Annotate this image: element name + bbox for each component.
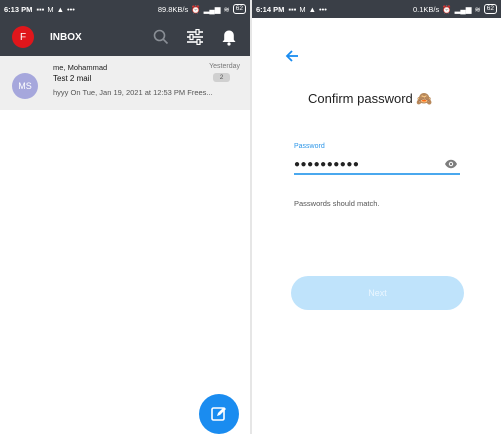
wifi-icon: ≋	[223, 4, 230, 14]
back-arrow-icon[interactable]	[284, 48, 300, 64]
wifi-icon: ≋	[474, 4, 481, 14]
battery-icon: 62	[483, 4, 497, 14]
network-speed: 0.1KB/s	[413, 4, 440, 14]
confirm-password-screen: 6:14 PM ▪▪▪ M ▲ ••• 0.1KB/s ⏰ ▂▄▆ ≋ 62 C…	[252, 0, 501, 434]
signal-icon: ▂▄▆	[454, 4, 472, 14]
filter-icon[interactable]	[186, 28, 204, 46]
password-field[interactable]: ●●●●●●●●●●	[294, 155, 460, 175]
thread-count-badge: 2	[213, 73, 230, 82]
app-bar: F INBOX	[0, 18, 250, 56]
status-time: 6:14 PM	[256, 4, 285, 14]
compose-button[interactable]	[199, 394, 239, 434]
gmail-icon: M	[47, 4, 54, 14]
status-bar: 6:13 PM ▪▪▪ M ▲ ••• 89.8KB/s ⏰ ▂▄▆ ≋ 62	[0, 0, 250, 18]
status-time: 6:13 PM	[4, 4, 33, 14]
notification-icons: ▪▪▪ M ▲ •••	[36, 5, 157, 14]
page-title: Confirm password 🙈	[308, 91, 433, 106]
next-button[interactable]: Next	[291, 276, 464, 310]
message-icon: ▪▪▪	[36, 4, 45, 14]
password-value: ●●●●●●●●●●	[294, 158, 360, 170]
password-label: Password	[294, 143, 325, 150]
signal-icon: ▂▄▆	[203, 4, 221, 14]
password-hint: Passwords should match.	[294, 199, 380, 208]
more-icon: •••	[319, 4, 327, 14]
more-icon: •••	[67, 4, 75, 14]
mail-sender: me, Mohammad	[53, 63, 108, 72]
sender-avatar: MS	[12, 73, 38, 99]
mail-subject: Test 2 mail	[53, 74, 92, 83]
eye-icon[interactable]	[444, 157, 458, 171]
mail-date: Yesterday	[209, 63, 240, 70]
drive-icon: ▲	[56, 4, 65, 14]
mail-snippet: hyyy On Tue, Jan 19, 2021 at 12:53 PM Fr…	[53, 88, 213, 97]
search-icon[interactable]	[152, 28, 170, 46]
status-bar: 6:14 PM ▪▪▪ M ▲ ••• 0.1KB/s ⏰ ▂▄▆ ≋ 62	[252, 0, 501, 18]
bell-icon[interactable]	[220, 28, 238, 46]
message-icon: ▪▪▪	[288, 4, 297, 14]
compose-icon	[211, 407, 226, 421]
alarm-icon: ⏰	[191, 4, 201, 14]
gmail-icon: M	[299, 4, 306, 14]
drive-icon: ▲	[308, 4, 317, 14]
mail-list-item[interactable]: MS me, Mohammad Yesterday Test 2 mail 2 …	[0, 56, 250, 110]
battery-icon: 62	[232, 4, 246, 14]
inbox-title: INBOX	[50, 31, 82, 43]
inbox-screen: 6:13 PM ▪▪▪ M ▲ ••• 89.8KB/s ⏰ ▂▄▆ ≋ 62 …	[0, 0, 250, 434]
account-avatar[interactable]: F	[12, 26, 34, 48]
network-speed: 89.8KB/s	[157, 4, 189, 14]
notification-icons: ▪▪▪ M ▲ •••	[288, 5, 413, 14]
alarm-icon: ⏰	[442, 4, 452, 14]
